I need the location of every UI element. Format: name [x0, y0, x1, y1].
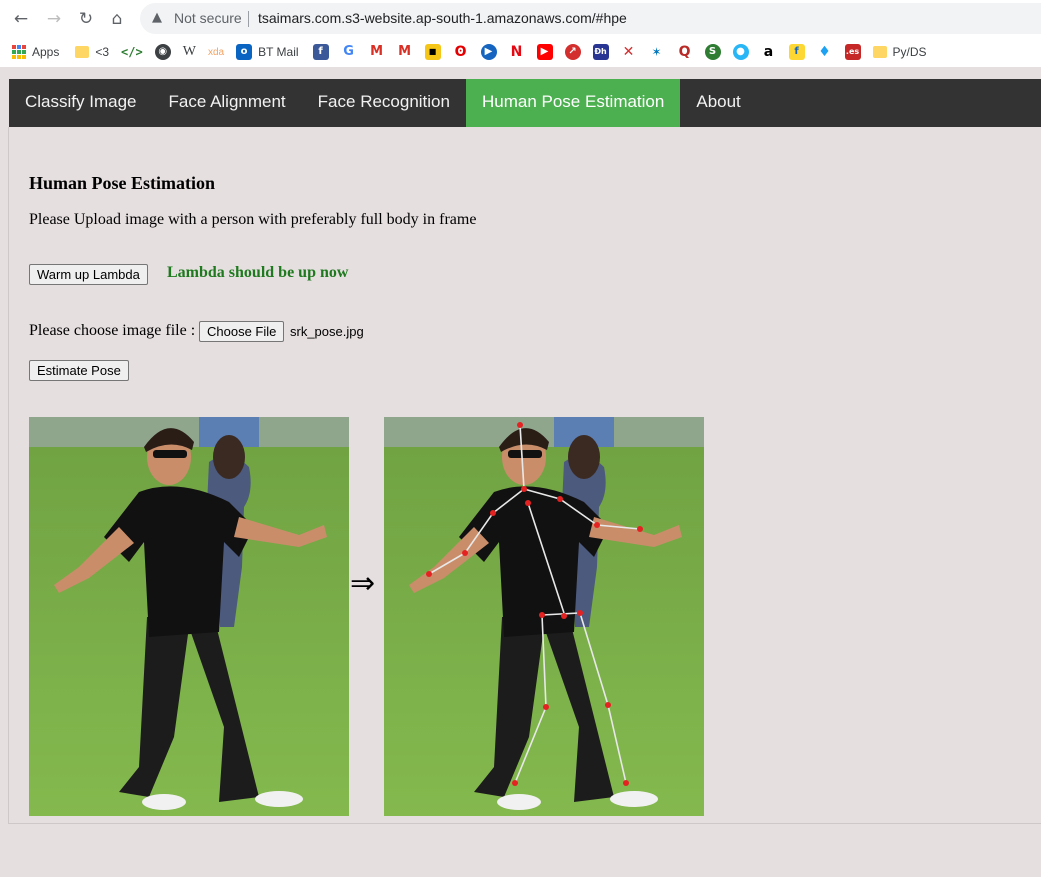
facebook-icon: f — [312, 44, 329, 60]
bookmark-red-app[interactable]: ↗ — [564, 44, 581, 60]
bookmark-es[interactable]: .es — [844, 44, 861, 60]
estimate-pose-button[interactable]: Estimate Pose — [29, 360, 129, 381]
bookmark-heart[interactable]: <3 — [75, 45, 109, 59]
amazon-icon: a — [760, 44, 777, 60]
choose-file-button[interactable]: Choose File — [199, 321, 285, 342]
page-title: Human Pose Estimation — [29, 173, 216, 193]
bookmark-xda[interactable]: xda — [208, 47, 224, 58]
bookmark-label: <3 — [95, 45, 110, 59]
site-navbar: Classify Image Face Alignment Face Recog… — [9, 79, 1041, 127]
warm-up-lambda-button[interactable]: Warm up Lambda — [29, 264, 148, 285]
warning-triangle-icon: ▲ — [152, 10, 162, 25]
address-bar[interactable]: ▲ Not secure tsaimars.com.s3-website.ap-… — [140, 3, 1041, 34]
reload-icon[interactable]: ↻ — [75, 8, 97, 30]
bookmark-google[interactable]: G — [340, 44, 357, 60]
bookmark-quora[interactable]: Q — [676, 44, 693, 60]
bookmark-bt-mail[interactable]: o BT Mail — [236, 44, 299, 60]
es-icon: .es — [844, 44, 861, 60]
airtel-icon: ʘ — [452, 44, 469, 60]
nav-about[interactable]: About — [680, 79, 756, 127]
dh-icon: Đh — [592, 44, 609, 60]
bookmark-globe[interactable]: ◉ — [154, 44, 171, 60]
back-icon[interactable]: ← — [10, 8, 32, 30]
bookmark-label: Py/DS — [892, 45, 927, 59]
arrow-icon: ⇒ — [350, 566, 376, 601]
file-input-label: Please choose image file : — [29, 322, 196, 339]
nav-classify-image[interactable]: Classify Image — [9, 79, 152, 127]
bookmark-play[interactable]: ▶ — [480, 44, 497, 60]
blue-circle-icon: ● — [732, 44, 749, 60]
flipkart-icon: f — [788, 44, 805, 60]
page-description: Please Upload image with a person with p… — [29, 211, 477, 228]
cross-icon: ✕ — [620, 44, 637, 60]
bookmark-flipkart[interactable]: f — [788, 44, 805, 60]
bookmark-green-s[interactable]: S — [704, 44, 721, 60]
atp-icon: ✶ — [648, 44, 665, 60]
bookmark-gmail-2[interactable]: M — [396, 44, 413, 60]
google-icon: G — [340, 44, 357, 60]
globe-icon: ◉ — [154, 44, 171, 60]
apps-grid-icon — [12, 45, 26, 59]
xda-icon: xda — [207, 46, 225, 58]
youtube-icon: ▶ — [536, 44, 553, 60]
folder-icon — [75, 46, 90, 58]
home-icon[interactable]: ⌂ — [106, 8, 128, 30]
bookmark-netflix[interactable]: N — [508, 44, 525, 60]
bookmark-gmail[interactable]: M — [368, 44, 385, 60]
bookmark-atp[interactable]: ✶ — [648, 44, 665, 60]
imdb-icon: ■ — [424, 44, 441, 60]
bookmark-wikipedia[interactable]: W — [183, 44, 196, 60]
bookmarks-bar: Apps <3 </> ◉ W xda o BT Mail f G M M ■ … — [0, 37, 1041, 67]
nav-face-alignment[interactable]: Face Alignment — [152, 79, 301, 127]
bookmark-code[interactable]: </> — [121, 45, 143, 59]
nav-human-pose-estimation[interactable]: Human Pose Estimation — [465, 79, 681, 127]
netflix-icon: N — [508, 44, 525, 60]
input-image — [29, 417, 349, 816]
security-label: Not secure — [174, 10, 242, 26]
browser-toolbar: ← → ↻ ⌂ ▲ Not secure tsaimars.com.s3-web… — [0, 0, 1041, 37]
bookmark-youtube[interactable]: ▶ — [536, 44, 553, 60]
red-app-icon: ↗ — [564, 44, 581, 60]
wikipedia-icon: W — [182, 44, 196, 59]
play-icon: ▶ — [480, 44, 497, 60]
nav-face-recognition[interactable]: Face Recognition — [302, 79, 466, 127]
lambda-status-text: Lambda should be up now — [167, 264, 349, 281]
gmail-icon: M — [396, 44, 413, 60]
gmail-icon: M — [368, 44, 385, 60]
bookmark-label: Apps — [32, 45, 60, 59]
bookmark-facebook[interactable]: f — [312, 44, 329, 60]
bookmark-amazon[interactable]: a — [760, 44, 777, 60]
bookmark-label: BT Mail — [258, 45, 299, 59]
bookmark-imdb[interactable]: ■ — [424, 44, 441, 60]
bookmark-dh[interactable]: Đh — [592, 44, 609, 60]
quora-icon: Q — [676, 44, 693, 60]
pose-skeleton-photo-icon — [384, 417, 704, 816]
folder-icon — [872, 46, 887, 58]
bookmark-blue-circle[interactable]: ● — [732, 44, 749, 60]
output-image — [384, 417, 704, 816]
bookmark-twitter[interactable]: ♦ — [816, 44, 833, 60]
code-icon: </> — [121, 45, 143, 59]
bookmark-cross[interactable]: ✕ — [620, 44, 637, 60]
bookmark-apps[interactable]: Apps — [12, 45, 59, 59]
selected-file-name: srk_pose.jpg — [290, 324, 364, 339]
twitter-icon: ♦ — [816, 44, 833, 60]
url-text[interactable]: tsaimars.com.s3-website.ap-south-1.amazo… — [258, 10, 627, 26]
bookmark-pyds[interactable]: Py/DS — [872, 45, 927, 59]
outlook-icon: o — [236, 44, 253, 60]
omnibox-divider — [248, 11, 249, 27]
bookmark-airtel[interactable]: ʘ — [452, 44, 469, 60]
forward-icon[interactable]: → — [43, 8, 65, 30]
person-photo-icon — [29, 417, 349, 816]
green-s-icon: S — [704, 44, 721, 60]
